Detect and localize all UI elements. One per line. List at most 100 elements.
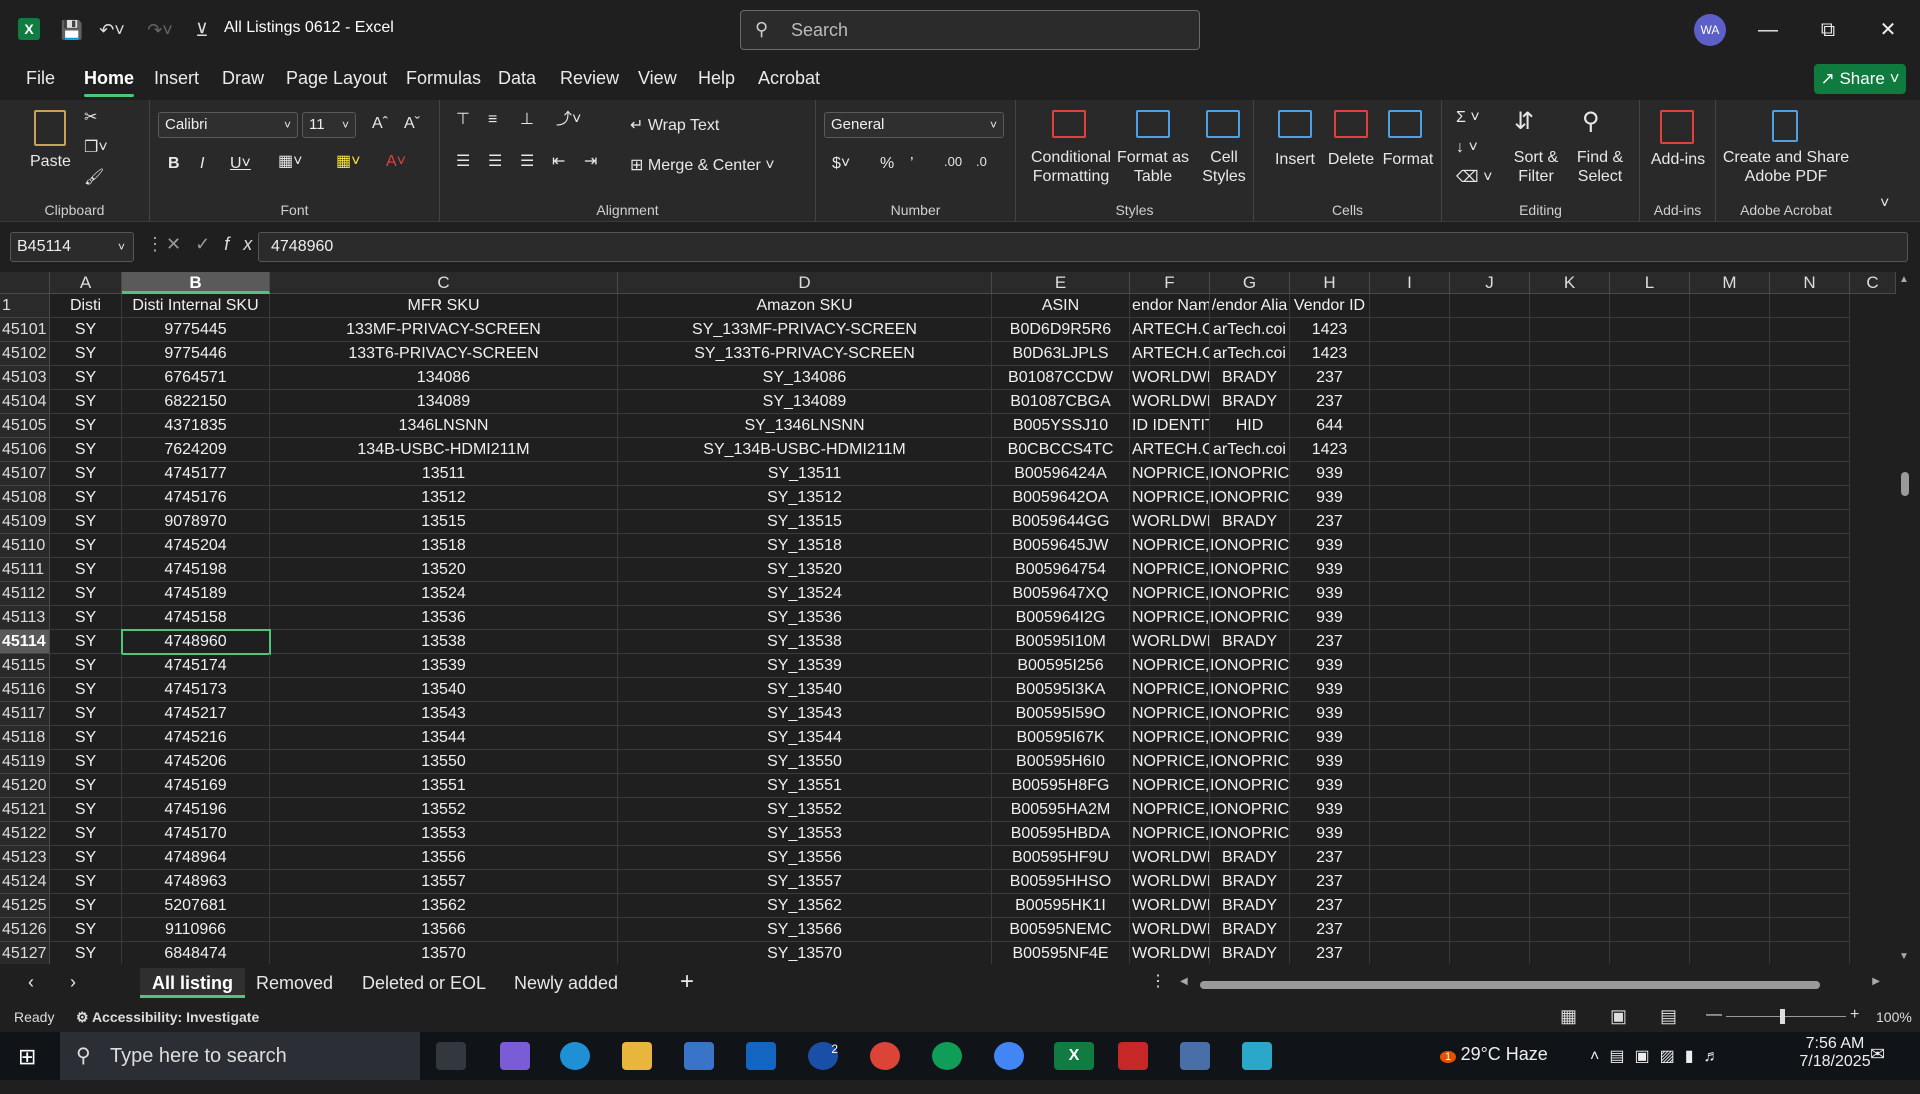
sheet-tab-removed[interactable]: Removed [244,968,345,998]
cell[interactable] [1530,726,1610,750]
cell[interactable]: B00595I10M [992,630,1130,654]
cell[interactable]: SY [50,534,122,558]
cell[interactable]: SY [50,678,122,702]
cell[interactable]: IONOPRIC [1210,726,1290,750]
cell[interactable] [1770,294,1850,318]
cell[interactable]: 9775445 [122,318,270,342]
cell[interactable]: 4745174 [122,654,270,678]
autosum-icon[interactable]: Σ ˅ [1456,108,1480,127]
cell[interactable]: SY_13557 [618,870,992,894]
comma-icon[interactable]: ’ [910,154,914,173]
cell[interactable] [1770,438,1850,462]
cell[interactable] [1530,438,1610,462]
cut-icon[interactable]: ✂ [84,108,97,127]
cell[interactable]: 134089 [270,390,618,414]
cell[interactable] [1770,558,1850,582]
sort-filter-button[interactable]: Sort & Filter [1508,148,1564,186]
cell[interactable]: 4745177 [122,462,270,486]
column-header-a[interactable]: A [50,272,122,294]
cell[interactable]: B00595HBDA [992,822,1130,846]
column-header-h[interactable]: H [1290,272,1370,294]
cell[interactable] [1450,630,1530,654]
cell[interactable] [1690,510,1770,534]
tab-draw[interactable]: Draw [222,68,264,89]
cell[interactable] [1610,750,1690,774]
cell[interactable]: 9110966 [122,918,270,942]
cell[interactable] [1530,366,1610,390]
cell[interactable]: SY_13536 [618,606,992,630]
cell[interactable] [1450,918,1530,942]
zoom-out-icon[interactable]: — [1706,1006,1722,1024]
column-header-m[interactable]: M [1690,272,1770,294]
conditional-formatting-button[interactable]: Conditional Formatting [1026,148,1116,186]
normal-view-icon[interactable]: ▦ [1560,1006,1577,1027]
align-bottom-icon[interactable]: ⊥ [520,110,534,129]
cell[interactable]: B0D6D9R5R6 [992,318,1130,342]
cell[interactable] [1770,846,1850,870]
cell[interactable]: endor Nam [1130,294,1210,318]
cell[interactable] [1610,918,1690,942]
italic-icon[interactable]: I [200,154,204,173]
cell[interactable]: B00595I67K [992,726,1130,750]
cell[interactable]: 4745189 [122,582,270,606]
cell[interactable]: 237 [1290,390,1370,414]
align-middle-icon[interactable]: ≡ [488,110,497,129]
cell[interactable] [1770,822,1850,846]
cell[interactable] [1450,798,1530,822]
cell[interactable]: 7624209 [122,438,270,462]
cell[interactable]: ASIN [992,294,1130,318]
cell[interactable] [1450,606,1530,630]
cell[interactable]: 13557 [270,870,618,894]
clock[interactable]: 7:56 AM 7/18/2025 [1790,1035,1880,1083]
cell[interactable]: SY [50,918,122,942]
cell[interactable]: 939 [1290,798,1370,822]
cell[interactable]: SY_13550 [618,750,992,774]
wrap-text-button[interactable]: ↵ Wrap Text [630,116,719,135]
cell[interactable]: IONOPRIC [1210,462,1290,486]
cell[interactable]: 939 [1290,774,1370,798]
cell[interactable] [1370,798,1450,822]
merge-center-button[interactable]: ⊞ Merge & Center ˅ [630,156,775,175]
row-header[interactable]: 45106 [0,438,50,462]
cell[interactable] [1690,750,1770,774]
volume-icon[interactable]: ♬ [1704,1048,1730,1065]
cell[interactable]: arTech.coi [1210,318,1290,342]
cell[interactable] [1530,582,1610,606]
cell[interactable]: 1423 [1290,438,1370,462]
cell[interactable] [1370,534,1450,558]
cell[interactable] [1450,942,1530,966]
cell[interactable] [1450,510,1530,534]
cell[interactable] [1610,342,1690,366]
cell[interactable] [1690,894,1770,918]
cell[interactable] [1690,558,1770,582]
format-painter-icon[interactable]: 🖌 [84,168,104,187]
cell[interactable] [1450,894,1530,918]
cell[interactable] [1610,366,1690,390]
clear-icon[interactable]: ⌫ ˅ [1456,168,1492,187]
cell[interactable] [1690,318,1770,342]
cell[interactable]: SY_13553 [618,822,992,846]
restore-icon[interactable]: ⧉ [1808,12,1848,48]
cell[interactable]: SY_133MF-PRIVACY-SCREEN [618,318,992,342]
cell[interactable] [1770,414,1850,438]
cell[interactable]: IONOPRIC [1210,654,1290,678]
addins-button[interactable]: Add-ins [1648,150,1708,169]
cell[interactable]: 13524 [270,582,618,606]
cell[interactable]: SY_13551 [618,774,992,798]
select-all-corner[interactable] [0,272,50,294]
cell[interactable]: BRADY [1210,942,1290,966]
cell[interactable]: SY_13515 [618,510,992,534]
cell[interactable] [1690,798,1770,822]
cell[interactable]: /endor Alia [1210,294,1290,318]
cell[interactable]: 4745158 [122,606,270,630]
cell[interactable] [1770,486,1850,510]
cell[interactable]: NOPRICE, I [1130,822,1210,846]
cell[interactable]: NOPRICE, I [1130,750,1210,774]
cell[interactable]: B01087CBGA [992,390,1130,414]
cell[interactable]: Disti Internal SKU [122,294,270,318]
cell[interactable]: IONOPRIC [1210,750,1290,774]
cell[interactable]: SY [50,822,122,846]
cell[interactable]: SY_13556 [618,846,992,870]
chrome-icon[interactable] [870,1042,900,1070]
cell[interactable]: SY [50,366,122,390]
